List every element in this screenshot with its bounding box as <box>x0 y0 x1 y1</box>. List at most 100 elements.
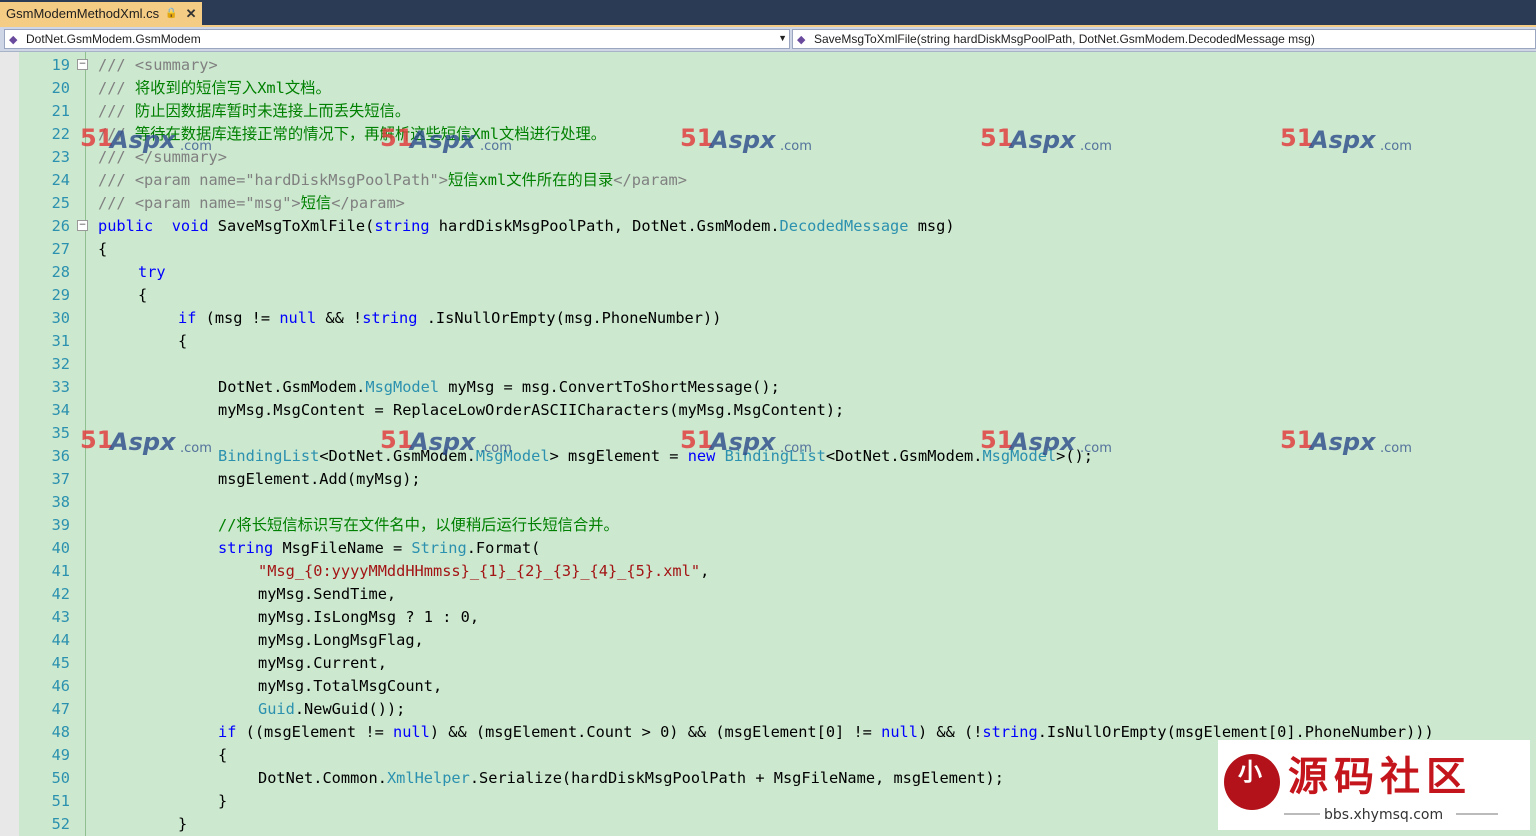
code-line[interactable]: 22 /// 等待在数据库连接正常的情况下，再解析这些短信Xml文档进行处理。 <box>0 123 1536 146</box>
line-number: 20 <box>51 79 70 97</box>
navigation-bar: ◆ DotNet.GsmModem.GsmModem ▼ ◆ SaveMsgTo… <box>0 27 1536 52</box>
line-number: 32 <box>51 355 70 373</box>
code-line[interactable]: 24 /// <param name="hardDiskMsgPoolPath">… <box>0 169 1536 192</box>
code-text: DotNet.Common.XmlHelper.Serialize(hardDi… <box>258 769 1004 787</box>
code-text: { <box>98 240 108 258</box>
line-number: 19 <box>51 56 70 74</box>
logo-title: 源码社区 <box>1288 754 1472 800</box>
line-number: 37 <box>51 470 70 488</box>
line-number: 26 <box>51 217 70 235</box>
code-text: myMsg.Current, <box>258 654 387 672</box>
logo-chars: 小 <box>1238 757 1262 786</box>
collapse-icon[interactable]: − <box>77 59 88 70</box>
code-line[interactable]: 28 try <box>0 261 1536 284</box>
code-text: { <box>178 332 188 350</box>
line-number: 22 <box>51 125 70 143</box>
code-line[interactable]: 36 BindingList<DotNet.GsmModem.MsgModel> … <box>0 445 1536 468</box>
code-line[interactable]: 47 Guid.NewGuid()); <box>0 698 1536 721</box>
line-number: 24 <box>51 171 70 189</box>
code-line[interactable]: 25 /// <param name="msg">短信</param> <box>0 192 1536 215</box>
code-line[interactable]: 43 myMsg.IsLongMsg ? 1 : 0, <box>0 606 1536 629</box>
type-selector-dropdown[interactable]: ◆ DotNet.GsmModem.GsmModem ▼ <box>4 29 790 49</box>
code-line[interactable]: 41 "Msg_{0:yyyyMMddHHmmss}_{1}_{2}_{3}_{4… <box>0 560 1536 583</box>
code-editor[interactable]: 19−/// <summary> 20/// 将收到的短信写入Xml文档。 21//… <box>0 52 1536 836</box>
code-line[interactable]: 20 /// 将收到的短信写入Xml文档。 <box>0 77 1536 100</box>
code-text: DotNet.GsmModem.MsgModel myMsg = msg.Con… <box>218 378 780 396</box>
code-line[interactable]: 31 { <box>0 330 1536 353</box>
line-number: 46 <box>51 677 70 695</box>
code-text: } <box>178 815 188 833</box>
collapse-icon[interactable]: − <box>77 220 88 231</box>
code-text: Guid.NewGuid()); <box>258 700 406 718</box>
code-line[interactable]: 26− public void SaveMsgToXmlFile(string h… <box>0 215 1536 238</box>
code-text: /// 防止因数据库暂时未连接上而丢失短信。 <box>98 102 411 120</box>
site-logo: 小 源码社区 bbs.xhymsq.com <box>1218 740 1530 830</box>
code-text: public void SaveMsgToXmlFile(string hard… <box>98 217 955 235</box>
line-number: 38 <box>51 493 70 511</box>
line-number: 36 <box>51 447 70 465</box>
code-text: //将长短信标识写在文件名中，以便稍后运行长短信合并。 <box>218 516 619 534</box>
code-line[interactable]: 27 { <box>0 238 1536 261</box>
code-line[interactable]: 35 <box>0 422 1536 445</box>
line-number: 40 <box>51 539 70 557</box>
line-number: 45 <box>51 654 70 672</box>
code-line[interactable]: 21 /// 防止因数据库暂时未连接上而丢失短信。 <box>0 100 1536 123</box>
tab-title: GsmModemMethodXml.cs <box>6 6 160 21</box>
code-line[interactable]: 19−/// <summary> <box>0 54 1536 77</box>
code-line[interactable]: 39 //将长短信标识写在文件名中，以便稍后运行长短信合并。 <box>0 514 1536 537</box>
lock-icon: 🔒 <box>165 8 178 19</box>
line-number: 25 <box>51 194 70 212</box>
line-number: 29 <box>51 286 70 304</box>
line-number: 35 <box>51 424 70 442</box>
code-line[interactable]: 23 /// </summary> <box>0 146 1536 169</box>
code-line[interactable]: 45 myMsg.Current, <box>0 652 1536 675</box>
code-text: /// <summary> <box>98 56 218 74</box>
line-number: 47 <box>51 700 70 718</box>
code-line[interactable]: 37 msgElement.Add(myMsg); <box>0 468 1536 491</box>
code-text: /// <param name="hardDiskMsgPoolPath">短信… <box>98 171 687 189</box>
line-number: 52 <box>51 815 70 833</box>
code-text: { <box>138 286 148 304</box>
code-line[interactable]: 46 myMsg.TotalMsgCount, <box>0 675 1536 698</box>
code-text: try <box>138 263 166 281</box>
logo-graphic: 小 源码社区 bbs.xhymsq.com <box>1224 754 1498 823</box>
code-line[interactable]: 44 myMsg.LongMsgFlag, <box>0 629 1536 652</box>
line-number: 33 <box>51 378 70 396</box>
code-text: if (msg != null && !string .IsNullOrEmpt… <box>178 309 722 327</box>
line-number: 23 <box>51 148 70 166</box>
code-line[interactable]: 32 <box>0 353 1536 376</box>
line-number: 42 <box>51 585 70 603</box>
chevron-down-icon[interactable]: ▼ <box>778 33 787 43</box>
member-selector-dropdown[interactable]: ◆ SaveMsgToXmlFile(string hardDiskMsgPoo… <box>792 29 1536 49</box>
type-selector-value: DotNet.GsmModem.GsmModem <box>26 32 201 46</box>
code-text: } <box>218 792 228 810</box>
line-number: 30 <box>51 309 70 327</box>
code-text: myMsg.SendTime, <box>258 585 397 603</box>
logo-url: bbs.xhymsq.com <box>1324 807 1443 823</box>
line-number: 28 <box>51 263 70 281</box>
line-number: 48 <box>51 723 70 741</box>
close-icon[interactable]: ✕ <box>186 6 197 22</box>
code-text: { <box>218 746 228 764</box>
code-line[interactable]: 33 DotNet.GsmModem.MsgModel myMsg = msg.C… <box>0 376 1536 399</box>
code-text: myMsg.IsLongMsg ? 1 : 0, <box>258 608 480 626</box>
code-line[interactable]: 38 <box>0 491 1536 514</box>
code-text: "Msg_{0:yyyyMMddHHmmss}_{1}_{2}_{3}_{4}_… <box>258 562 710 580</box>
code-line[interactable]: 29 { <box>0 284 1536 307</box>
code-text: /// 将收到的短信写入Xml文档。 <box>98 79 331 97</box>
line-number: 50 <box>51 769 70 787</box>
code-line[interactable]: 30 if (msg != null && !string .IsNullOrEm… <box>0 307 1536 330</box>
code-text: msgElement.Add(myMsg); <box>218 470 421 488</box>
code-line[interactable]: 42 myMsg.SendTime, <box>0 583 1536 606</box>
line-number: 51 <box>51 792 70 810</box>
code-text: /// <param name="msg">短信</param> <box>98 194 405 212</box>
tab-gsmmodemmethodxml[interactable]: GsmModemMethodXml.cs 🔒 ✕ <box>0 2 202 25</box>
code-line[interactable]: 34 myMsg.MsgContent = ReplaceLowOrderASCI… <box>0 399 1536 422</box>
code-text: /// </summary> <box>98 148 227 166</box>
document-tab-strip: GsmModemMethodXml.cs 🔒 ✕ <box>0 0 1536 27</box>
line-number: 39 <box>51 516 70 534</box>
code-text: string MsgFileName = String.Format( <box>218 539 541 557</box>
member-selector-value: SaveMsgToXmlFile(string hardDiskMsgPoolP… <box>814 32 1315 46</box>
code-line[interactable]: 40 string MsgFileName = String.Format( <box>0 537 1536 560</box>
line-number: 49 <box>51 746 70 764</box>
